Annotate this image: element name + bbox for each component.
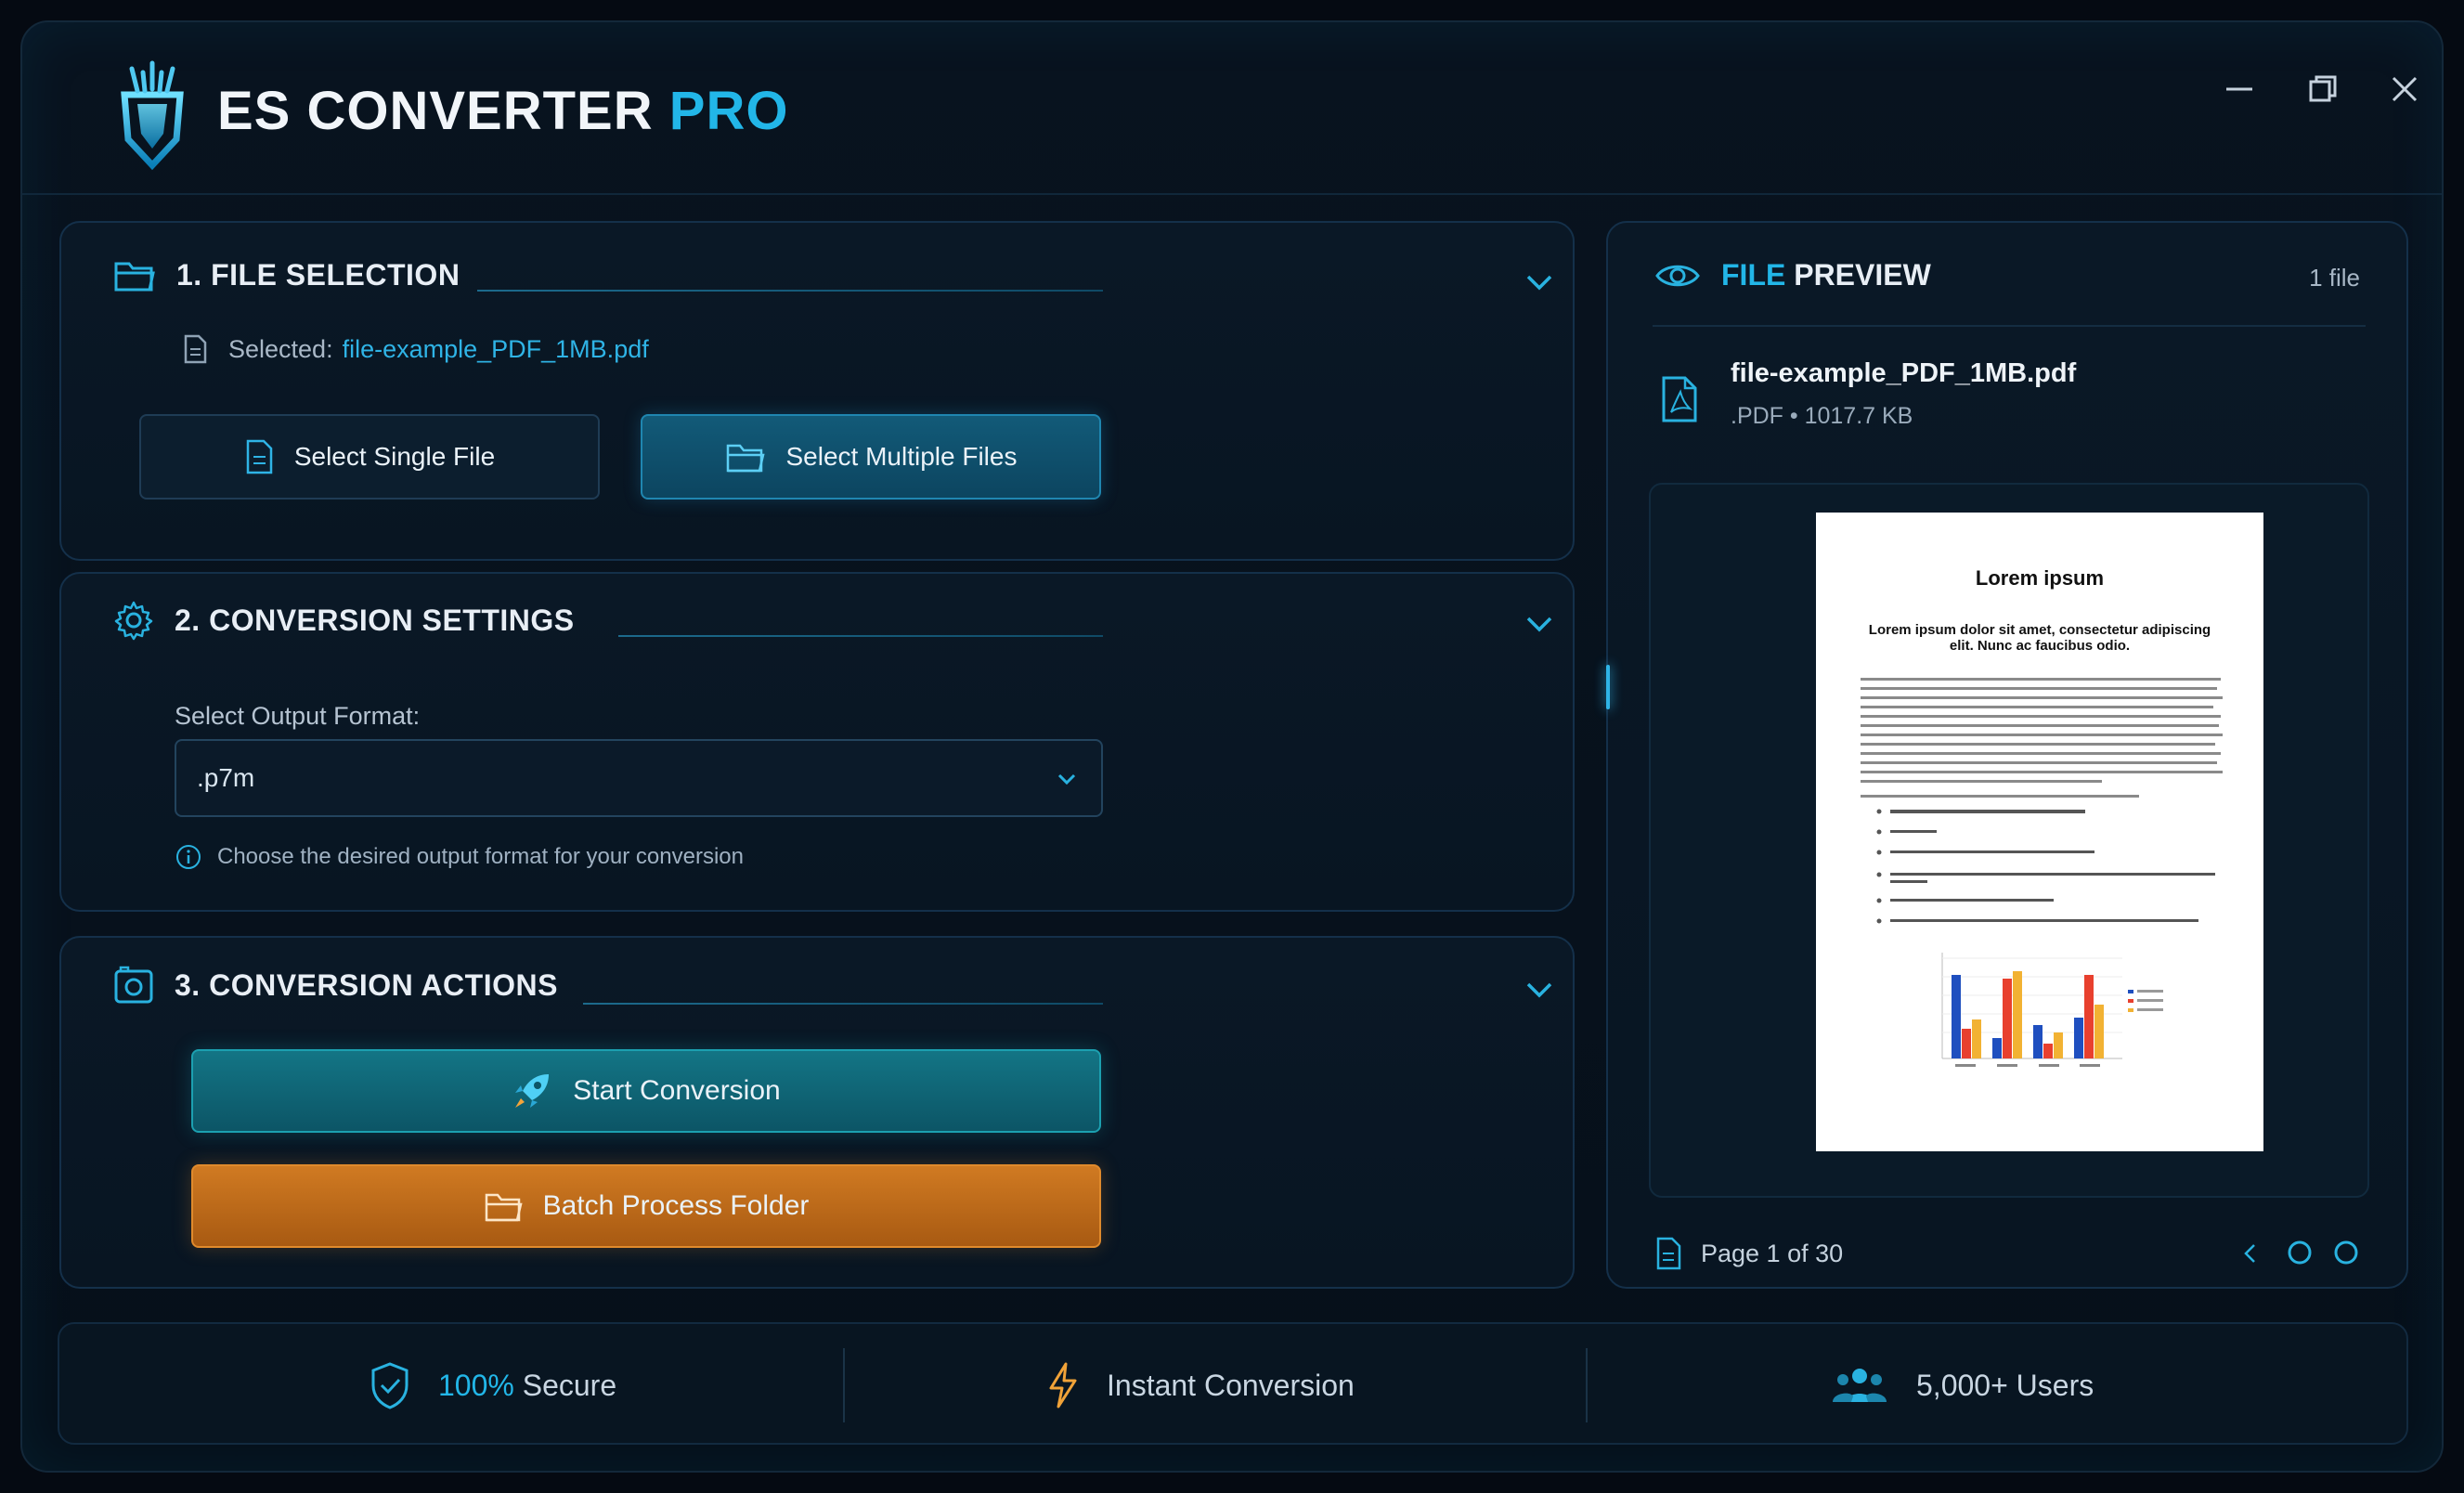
chevron-down-icon[interactable] — [1521, 264, 1558, 301]
resize-handle[interactable] — [1606, 665, 1610, 709]
feature-users: 5,000+ Users — [1831, 1324, 2094, 1447]
minimize-icon[interactable] — [2213, 63, 2265, 115]
document-body — [1861, 678, 2223, 1067]
document-preview: Lorem ipsum Lorem ipsum dolor sit amet, … — [1816, 513, 2263, 1151]
button-label: Select Single File — [293, 442, 496, 471]
instant-label: Instant Conversion — [1107, 1368, 1355, 1402]
selected-file-name: file-example_PDF_1MB.pdf — [342, 334, 649, 363]
page-dot[interactable] — [2332, 1239, 2360, 1266]
rocket-icon — [515, 1074, 550, 1108]
chevron-down-icon[interactable] — [1521, 605, 1558, 643]
button-label: Start Conversion — [573, 1075, 781, 1106]
start-conversion-button[interactable]: Start Conversion — [191, 1049, 1101, 1133]
bolt-icon — [1049, 1362, 1077, 1409]
logo-icon — [97, 59, 208, 180]
users-icon — [1833, 1369, 1887, 1402]
page-indicator: Page 1 of 30 — [1654, 1237, 1843, 1270]
folder-icon — [114, 262, 155, 292]
file-selection-panel: 1. FILE SELECTION Selected: file-example… — [59, 221, 1575, 561]
secure-label: Secure — [513, 1368, 617, 1402]
document-chart-thumbnail — [1941, 953, 2163, 1067]
title-bar: ES CONVERTER PRO — [22, 22, 2442, 195]
conversion-actions-header[interactable]: 3. CONVERSION ACTIONS — [113, 966, 558, 1005]
app-title-accent: PRO — [668, 81, 789, 141]
folder-icon — [485, 1193, 523, 1222]
page-info: Page 1 of 30 — [1701, 1239, 1844, 1267]
preview-header: FILE PREVIEW — [1654, 258, 1931, 292]
feature-secure: 100% Secure — [370, 1324, 616, 1447]
selected-label: Selected: — [228, 334, 333, 363]
section-divider — [583, 1003, 1103, 1005]
gear-icon — [114, 601, 153, 641]
select-single-file-button[interactable]: Select Single File — [139, 414, 600, 500]
feature-instant: Instant Conversion — [1047, 1324, 1355, 1447]
chevron-down-icon — [1057, 773, 1076, 785]
close-icon[interactable] — [2379, 63, 2431, 115]
section-title: 1. FILE SELECTION — [176, 257, 460, 292]
preview-file-meta: .PDF • 1017.7 KB — [1731, 403, 1913, 429]
conversion-settings-header[interactable]: 2. CONVERSION SETTINGS — [113, 600, 575, 641]
file-selection-header[interactable]: 1. FILE SELECTION — [113, 256, 460, 293]
preview-title-accent: FILE — [1721, 258, 1786, 292]
separator — [1586, 1348, 1588, 1422]
eye-icon — [1655, 265, 1700, 286]
app-title: ES CONVERTER PRO — [217, 80, 788, 142]
file-icon — [246, 439, 273, 474]
feature-bar: 100% Secure Instant Conversion 5,000+ Us… — [58, 1322, 2408, 1445]
file-count: 1 file — [2309, 264, 2360, 292]
selected-file-row: Selected: file-example_PDF_1MB.pdf — [182, 334, 649, 364]
file-icon — [1656, 1237, 1681, 1270]
users-label: 5,000+ Users — [1916, 1368, 2094, 1402]
chevron-down-icon[interactable] — [1521, 971, 1558, 1008]
shield-icon — [371, 1362, 409, 1409]
output-format-select[interactable]: .p7m — [175, 739, 1103, 817]
folder-icon — [726, 444, 765, 473]
section-divider — [477, 290, 1103, 292]
preview-file-name: file-example_PDF_1MB.pdf — [1731, 358, 2077, 388]
page-dot[interactable] — [2286, 1239, 2314, 1266]
output-format-hint: Choose the desired output format for you… — [175, 843, 744, 871]
file-icon — [184, 334, 207, 364]
hint-text: Choose the desired output format for you… — [217, 844, 744, 869]
pdf-icon — [1662, 376, 1697, 422]
camera-icon — [114, 966, 153, 1004]
section-title: 3. CONVERSION ACTIONS — [175, 967, 558, 1002]
section-title: 2. CONVERSION SETTINGS — [175, 603, 575, 637]
button-label: Select Multiple Files — [785, 442, 1018, 471]
app-title-main: ES CONVERTER — [217, 81, 654, 141]
app-window: ES CONVERTER PRO 1. FILE SELECTION Selec… — [20, 20, 2444, 1473]
chevron-left-icon[interactable] — [2237, 1240, 2263, 1266]
info-icon — [176, 845, 201, 869]
section-divider — [618, 635, 1103, 637]
output-format-value: .p7m — [197, 763, 255, 792]
preview-file-info[interactable]: file-example_PDF_1MB.pdf .PDF • 1017.7 K… — [1654, 358, 2369, 442]
maximize-icon[interactable] — [2297, 63, 2349, 115]
select-multiple-files-button[interactable]: Select Multiple Files — [641, 414, 1101, 500]
preview-title: PREVIEW — [1785, 258, 1931, 292]
output-format-label: Select Output Format: — [175, 702, 421, 730]
separator — [843, 1348, 845, 1422]
button-label: Batch Process Folder — [542, 1190, 810, 1221]
conversion-settings-panel: 2. CONVERSION SETTINGS Select Output For… — [59, 572, 1575, 912]
divider — [1653, 325, 2366, 327]
batch-process-folder-button[interactable]: Batch Process Folder — [191, 1164, 1101, 1248]
conversion-actions-panel: 3. CONVERSION ACTIONS Start Conversion B… — [59, 936, 1575, 1289]
secure-accent: 100% — [438, 1368, 514, 1402]
